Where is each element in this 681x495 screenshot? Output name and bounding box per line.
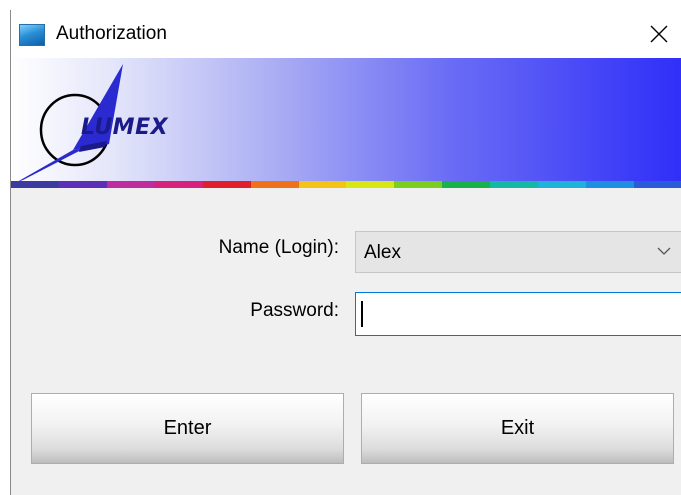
rainbow-segment: [538, 181, 587, 188]
rainbow-segment: [490, 181, 539, 188]
rainbow-segment: [106, 181, 155, 188]
lumex-banner: LUMEX: [11, 58, 681, 188]
chevron-down-icon: [657, 247, 671, 255]
name-login-value: Alex: [364, 242, 401, 263]
rainbow-segment: [394, 181, 443, 188]
rainbow-segment: [346, 181, 395, 188]
rainbow-segment: [586, 181, 634, 188]
name-label: Name (Login):: [218, 237, 339, 258]
enter-button[interactable]: Enter: [31, 393, 344, 464]
rainbow-segment: [250, 181, 299, 188]
rainbow-segment: [298, 181, 347, 188]
rainbow-segment: [154, 181, 203, 188]
rainbow-segment: [442, 181, 491, 188]
authorization-window: Authorization LUMEX Name (Login): Alex P…: [10, 10, 681, 495]
rainbow-segment: [11, 181, 59, 188]
exit-button[interactable]: Exit: [361, 393, 674, 464]
logo-text: LUMEX: [81, 115, 169, 140]
text-caret: [361, 301, 363, 327]
window-title: Authorization: [56, 23, 167, 44]
close-icon: [650, 25, 668, 43]
close-button[interactable]: [636, 10, 681, 58]
rainbow-segment: [633, 181, 681, 188]
password-label: Password:: [250, 300, 339, 321]
app-icon: [19, 24, 45, 46]
rainbow-segment: [202, 181, 251, 188]
title-bar: Authorization: [11, 10, 681, 58]
password-field[interactable]: [355, 292, 681, 336]
rainbow-stripe: [11, 181, 681, 188]
name-login-select[interactable]: Alex: [355, 231, 681, 273]
rainbow-segment: [58, 181, 107, 188]
